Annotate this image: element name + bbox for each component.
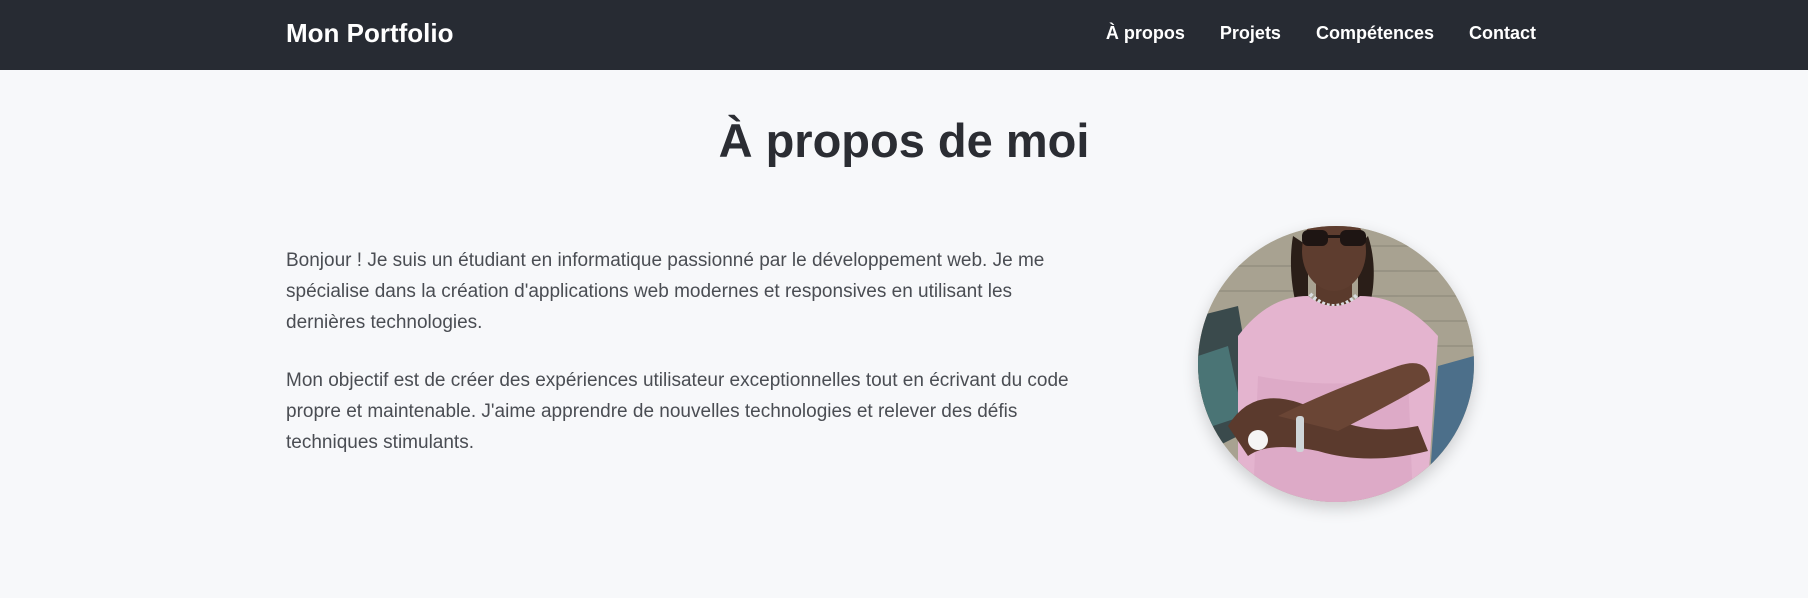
profile-photo-illustration: [1198, 226, 1474, 502]
brand-logo-link[interactable]: Mon Portfolio: [286, 17, 454, 49]
nav-link-projets[interactable]: Projets: [1220, 21, 1281, 45]
section-title: À propos de moi: [718, 114, 1090, 167]
nav-link-contact[interactable]: Contact: [1469, 21, 1536, 45]
about-text: Bonjour ! Je suis un étudiant en informa…: [286, 245, 1096, 485]
nav-link-competences[interactable]: Compétences: [1316, 21, 1434, 45]
nav-link-a-propos[interactable]: À propos: [1106, 21, 1185, 45]
about-paragraph-1: Bonjour ! Je suis un étudiant en informa…: [286, 250, 1045, 333]
about-paragraph-2: Mon objectif est de créer des expérience…: [286, 370, 1069, 453]
profile-photo: [1198, 226, 1474, 502]
navbar: Mon Portfolio À propos Projets Compétenc…: [0, 0, 1808, 70]
nav-links: À propos Projets Compétences Contact: [1106, 21, 1536, 45]
